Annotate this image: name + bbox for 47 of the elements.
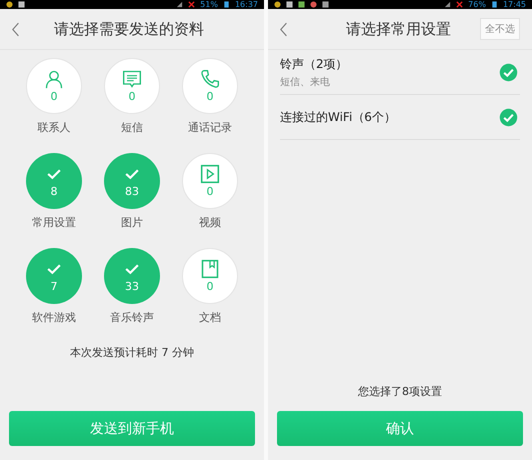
setting-title: 连接过的WiFi（6个） (280, 108, 396, 126)
checkbox[interactable] (499, 62, 518, 82)
category-toggle[interactable]: 33 (104, 248, 160, 304)
category-label: 文档 (199, 310, 221, 325)
category-toggle[interactable]: 0 (26, 58, 82, 114)
signal-icon (176, 1, 184, 8)
category-toggle[interactable]: 0 (182, 153, 238, 209)
time-estimate: 本次发送预计耗时 7 分钟 (69, 345, 195, 360)
play-icon (200, 164, 220, 184)
category-label: 常用设置 (32, 215, 76, 230)
screen-title: 请选择常用设置 (346, 20, 451, 38)
clock: 17:45 (502, 0, 526, 9)
send-button[interactable]: 发送到新手机 (9, 411, 255, 446)
battery-icon (222, 1, 230, 8)
deselect-all-button[interactable]: 全不选 (480, 18, 520, 40)
category-label: 短信 (121, 120, 143, 135)
category-toggle[interactable]: 0 (182, 58, 238, 114)
back-icon[interactable] (280, 22, 288, 36)
clock: 16:37 (234, 0, 258, 9)
battery-icon (490, 1, 498, 8)
no-signal-icon (188, 1, 196, 8)
setting-title: 铃声（2项） (280, 56, 348, 72)
document-icon (200, 259, 220, 279)
selection-summary: 您选择了8项设置 (357, 384, 443, 400)
no-signal-icon (456, 1, 464, 8)
checkbox[interactable] (499, 108, 518, 126)
screen-title: 请选择需要发送的资料 (54, 20, 204, 38)
setting-subtitle: 短信、来电 (280, 76, 331, 88)
phone-icon (200, 69, 220, 89)
message-icon (122, 69, 142, 89)
battery-level: 51% (200, 0, 218, 9)
signal-icon (444, 1, 452, 8)
person-icon (44, 69, 64, 89)
category-toggle[interactable]: 0 (182, 248, 238, 304)
category-label: 图片 (121, 215, 143, 230)
category-label: 通话记录 (188, 120, 232, 135)
category-label: 视频 (199, 215, 221, 230)
category-toggle[interactable]: 8 (26, 153, 82, 209)
category-label: 音乐铃声 (110, 310, 154, 325)
back-icon[interactable] (12, 22, 20, 36)
battery-level: 76% (468, 0, 486, 9)
category-toggle[interactable]: 83 (104, 153, 160, 209)
category-toggle[interactable]: 0 (104, 58, 160, 114)
category-label: 联系人 (38, 120, 70, 135)
category-toggle[interactable]: 7 (26, 248, 82, 304)
category-label: 软件游戏 (32, 310, 76, 325)
confirm-button[interactable]: 确认 (277, 411, 523, 446)
